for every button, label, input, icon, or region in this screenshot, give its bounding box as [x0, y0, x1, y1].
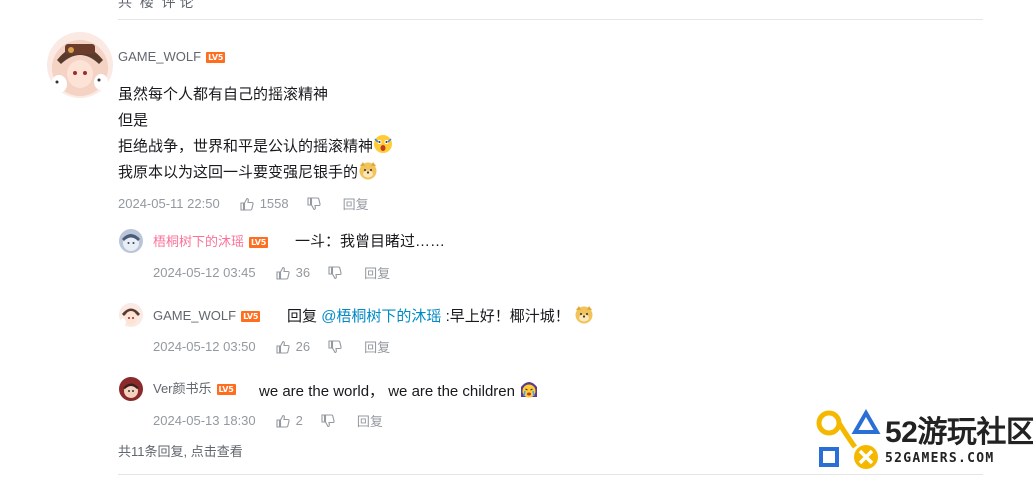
like-count: 1558 — [259, 196, 289, 211]
like-button[interactable]: 1558 — [240, 196, 289, 211]
username-text[interactable]: 梧桐树下的沐瑶 — [153, 234, 244, 249]
thumb-up-icon — [240, 197, 254, 211]
level-badge: LV5 — [241, 311, 261, 323]
comment-time: 2024-05-11 22:50 — [118, 196, 220, 211]
username-text[interactable]: Ver颜书乐 — [153, 381, 212, 396]
reply-text: we are the world， we are the children — [259, 379, 539, 402]
like-count: 2 — [295, 413, 303, 428]
comment-line-text: 拒绝战争，世界和平是公认的摇滚精神 — [118, 138, 374, 155]
comment-line: 虽然每个人都有自己的摇滚精神 — [118, 86, 329, 103]
comment-meta: 2024-05-11 22:50 1558 回复 — [118, 194, 369, 213]
thumb-down-icon — [328, 265, 342, 279]
like-button[interactable]: 2 — [276, 413, 303, 428]
comment-line-text: 我原本以为这回一斗要变强尼银手的 — [118, 164, 359, 181]
thumb-down-icon — [307, 196, 321, 210]
reply-button[interactable]: 回复 — [343, 194, 369, 213]
thumb-up-icon — [276, 340, 290, 354]
gamepad-symbols-icon — [816, 409, 881, 469]
like-count: 36 — [295, 265, 311, 280]
reply-meta: 2024-05-12 03:50 26 回复 — [153, 337, 390, 356]
watermark-subtitle: 52GAMERS.COM — [885, 451, 995, 466]
reply-text: 一斗：我曾目睹过…… — [295, 233, 446, 250]
shocked-emoji — [374, 135, 393, 153]
thumb-up-icon — [276, 266, 290, 280]
watermark-logo: 52游玩社区 52GAMERS.COM — [815, 405, 1033, 475]
reply-username[interactable]: Ver颜书乐 LV5 — [153, 381, 236, 397]
dislike-button[interactable] — [328, 265, 342, 280]
view-more-replies[interactable]: 共11条回复, 点击查看 — [118, 441, 243, 460]
avatar[interactable] — [119, 377, 143, 401]
reply-time: 2024-05-13 18:30 — [153, 413, 256, 428]
reply-body: we are the world， we are the children — [259, 383, 515, 400]
comment-line: 我原本以为这回一斗要变强尼银手的 — [118, 160, 393, 186]
username-text[interactable]: GAME_WOLF — [118, 49, 201, 64]
reply-prefix: 回复 — [287, 308, 318, 325]
reply-button[interactable]: 回复 — [364, 337, 390, 356]
reply-meta: 2024-05-13 18:30 2 回复 — [153, 411, 383, 430]
watermark-title: 52游玩社区 — [885, 416, 1033, 449]
reply-button[interactable]: 回复 — [364, 263, 390, 282]
avatar[interactable] — [119, 303, 143, 327]
crying-emoji — [521, 382, 538, 398]
username-text[interactable]: GAME_WOLF — [153, 308, 236, 323]
comment-line: 拒绝战争，世界和平是公认的摇滚精神 — [118, 134, 393, 160]
doge-emoji — [359, 162, 377, 180]
thumb-down-icon — [328, 339, 342, 353]
reply-meta: 2024-05-12 03:45 36 回复 — [153, 263, 390, 282]
dislike-button[interactable] — [321, 413, 335, 428]
reply-text: 回复 @梧桐树下的沐瑶 :早上好！椰汁城！ — [287, 304, 594, 327]
level-badge: LV5 — [206, 52, 226, 64]
thumb-up-icon — [276, 414, 290, 428]
mention-link[interactable]: @梧桐树下的沐瑶 — [321, 308, 441, 325]
avatar[interactable] — [47, 32, 113, 98]
reply-username[interactable]: GAME_WOLF LV5 — [153, 308, 261, 324]
previous-comment-footer: 共 楼 评 论 — [118, 0, 194, 10]
dislike-button[interactable] — [328, 339, 342, 354]
reply-body: :早上好！椰汁城！ — [445, 308, 570, 325]
like-button[interactable]: 36 — [276, 265, 310, 280]
like-count: 26 — [295, 339, 311, 354]
reply-button[interactable]: 回复 — [357, 411, 383, 430]
comment-line: 但是 — [118, 112, 149, 129]
dislike-button[interactable] — [307, 196, 321, 211]
comment-username[interactable]: GAME_WOLF LV5 — [118, 49, 226, 65]
reply-time: 2024-05-12 03:50 — [153, 339, 256, 354]
avatar[interactable] — [119, 229, 143, 253]
level-badge: LV5 — [216, 384, 236, 396]
doge-emoji — [575, 306, 593, 324]
like-button[interactable]: 26 — [276, 339, 310, 354]
level-badge: LV5 — [249, 237, 269, 249]
thumb-down-icon — [321, 413, 335, 427]
comment-content: 虽然每个人都有自己的摇滚精神 但是 拒绝战争，世界和平是公认的摇滚精神 我原本以… — [118, 82, 393, 186]
reply-username[interactable]: 梧桐树下的沐瑶 LV5 — [153, 234, 269, 250]
divider — [118, 19, 983, 20]
reply-time: 2024-05-12 03:45 — [153, 265, 256, 280]
